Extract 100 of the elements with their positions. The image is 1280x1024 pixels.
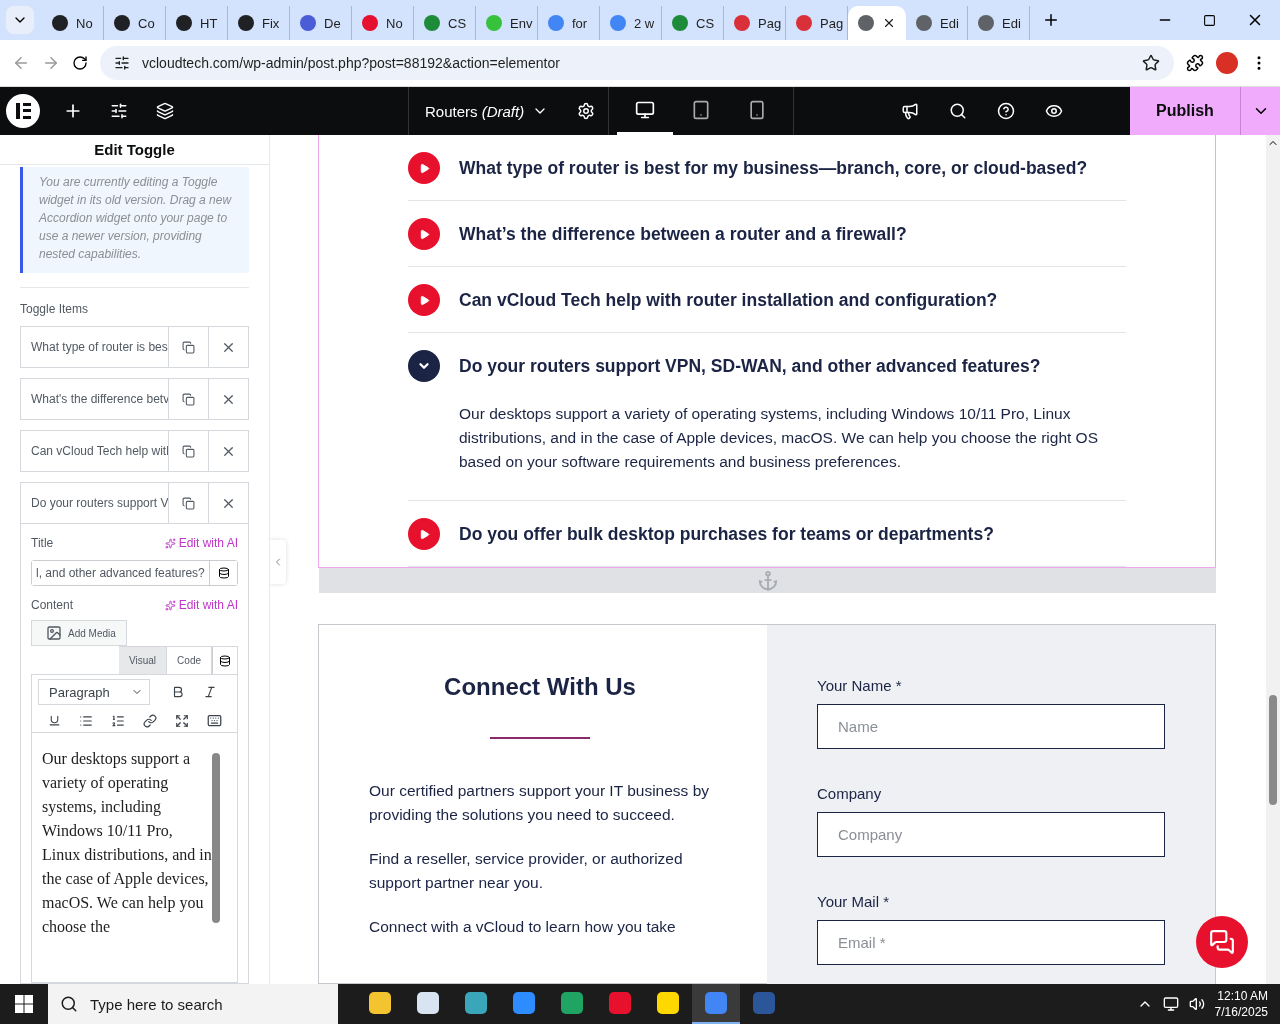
settings-icon[interactable] bbox=[577, 102, 596, 120]
app-icon bbox=[369, 992, 391, 1014]
tab-title: Co bbox=[138, 15, 155, 31]
content-text: Our desktops support a variety of operating systems, including Windows 10/11 Pro, Linux distributions, and in the case of Apple devices, macOS. We can help you choose the bbox=[42, 749, 212, 937]
windows-start-icon[interactable] bbox=[15, 995, 33, 1013]
toggle-button[interactable] bbox=[408, 284, 440, 316]
search-icon[interactable] bbox=[949, 102, 968, 120]
faq-question[interactable]: Do you offer bulk desktop purchases for teams or departments? bbox=[459, 523, 994, 545]
toggle-item-title[interactable]: Can vCloud Tech help witl bbox=[21, 431, 168, 471]
profile-avatar[interactable] bbox=[1216, 52, 1238, 74]
notice-text: You are currently editing a Toggle widget in its old version. Drag a new Accordion widget onto your page to use a newer version, providing nested capabilities. bbox=[20, 167, 249, 273]
duplicate-icon bbox=[182, 444, 195, 458]
duplicate-icon bbox=[182, 496, 195, 510]
toggle-item-title[interactable]: What type of router is bes bbox=[21, 327, 168, 367]
search-placeholder: Type here to search bbox=[90, 995, 223, 1013]
content-editor[interactable]: Our desktops support a variety of operating systems, including Windows 10/11 Pro, Linux distributions, and in the case of Apple devices, macOS. We can help you choose the bbox=[31, 733, 238, 983]
publish-button[interactable]: Publish bbox=[1130, 87, 1240, 135]
field-label: Company bbox=[817, 785, 883, 802]
tab-title: No bbox=[76, 15, 93, 31]
taskbar-clock[interactable]: 12:10 AM 7/16/2025 bbox=[1214, 988, 1268, 1020]
app-icon bbox=[417, 992, 439, 1014]
numbered-list-icon[interactable] bbox=[111, 713, 125, 728]
database-icon bbox=[217, 567, 230, 579]
format-select[interactable]: Paragraph bbox=[38, 679, 150, 705]
reload-icon[interactable] bbox=[72, 55, 88, 71]
extensions-icon[interactable] bbox=[1186, 54, 1204, 72]
page-title-button[interactable]: Routers (Draft) bbox=[408, 87, 565, 135]
bookmark-icon[interactable] bbox=[1142, 54, 1160, 72]
chat-icon bbox=[1209, 929, 1235, 955]
play-icon bbox=[418, 294, 430, 306]
app-icon bbox=[657, 992, 679, 1014]
input-field[interactable]: Company bbox=[817, 812, 1165, 857]
tab-title: CS bbox=[448, 15, 467, 31]
tab-search-button[interactable] bbox=[6, 6, 34, 34]
maximize-icon[interactable] bbox=[1203, 13, 1216, 27]
link-icon[interactable] bbox=[143, 713, 157, 728]
scrollbar-thumb[interactable] bbox=[212, 753, 220, 923]
toggle-button[interactable] bbox=[408, 518, 440, 550]
faq-question[interactable]: Can vCloud Tech help with router installation and configuration? bbox=[459, 289, 998, 311]
tab-title: HT bbox=[200, 15, 218, 31]
scrollbar-thumb[interactable] bbox=[1269, 695, 1277, 805]
section-label: Toggle Items bbox=[20, 302, 90, 316]
bullet-list-icon[interactable] bbox=[79, 713, 93, 728]
play-icon bbox=[418, 228, 430, 240]
chat-button[interactable] bbox=[1196, 916, 1248, 968]
input-field[interactable]: Email * bbox=[817, 920, 1165, 965]
url-text: vcloudtech.com/wp-admin/post.php?post=88192&action=elementor bbox=[142, 55, 561, 71]
editor-tab[interactable]: Visual bbox=[119, 647, 168, 674]
browser-tab[interactable] bbox=[848, 6, 906, 40]
add-media-button[interactable]: Add Media bbox=[31, 620, 127, 646]
underline-icon[interactable] bbox=[47, 714, 61, 727]
tab-title: Pag bbox=[820, 15, 844, 31]
address-bar[interactable]: vcloudtech.com/wp-admin/post.php?post=88192&action=elementor bbox=[100, 46, 1174, 80]
sparkle-icon bbox=[164, 599, 176, 611]
input-field[interactable]: Name bbox=[817, 704, 1165, 749]
help-icon[interactable] bbox=[997, 102, 1016, 120]
elementor-logo[interactable] bbox=[6, 94, 40, 128]
settings-sliders-icon[interactable] bbox=[110, 102, 128, 120]
announcement-icon[interactable] bbox=[901, 102, 920, 120]
toggle-button[interactable] bbox=[408, 350, 440, 382]
app-icon bbox=[561, 992, 583, 1014]
faq-question[interactable]: What type of router is best for my business—branch, core, or cloud-based? bbox=[459, 157, 1088, 179]
close-icon[interactable] bbox=[882, 16, 896, 30]
contact-heading: Connect With Us bbox=[443, 673, 637, 701]
bold-icon[interactable] bbox=[171, 685, 185, 699]
field-label: Your Name * bbox=[817, 677, 903, 694]
tab-title: Pag bbox=[758, 15, 782, 31]
toggle-item-title[interactable]: Do your routers support V bbox=[21, 483, 168, 523]
date-text: 7/16/2025 bbox=[1214, 1004, 1268, 1020]
faq-question[interactable]: What’s the difference between a router and a firewall? bbox=[459, 223, 907, 245]
field-label: Title bbox=[31, 536, 54, 550]
toggle-button[interactable] bbox=[408, 152, 440, 184]
toggle-button[interactable] bbox=[408, 218, 440, 250]
back-icon[interactable] bbox=[12, 54, 30, 72]
italic-icon[interactable] bbox=[203, 685, 217, 699]
anchor-icon bbox=[756, 569, 779, 592]
field-label: Your Mail * bbox=[817, 893, 890, 910]
forward-icon[interactable] bbox=[42, 54, 60, 72]
layers-icon[interactable] bbox=[156, 102, 174, 120]
toolbar-toggle-icon[interactable] bbox=[206, 713, 222, 728]
edit-with-ai-button[interactable]: Edit with AI bbox=[164, 598, 238, 612]
volume-icon[interactable] bbox=[1188, 996, 1205, 1012]
faq-question[interactable]: Do your routers support VPN, SD-WAN, and other advanced features? bbox=[459, 355, 1041, 377]
network-icon[interactable] bbox=[1162, 996, 1179, 1012]
app-icon bbox=[705, 992, 727, 1014]
media-icon bbox=[46, 625, 62, 641]
site-settings-icon[interactable] bbox=[114, 55, 130, 71]
title-field[interactable]: l, and other advanced features? bbox=[31, 560, 238, 586]
collapse-panel-handle[interactable] bbox=[270, 540, 286, 584]
play-icon bbox=[418, 162, 430, 174]
fullscreen-icon[interactable] bbox=[175, 713, 189, 728]
new-tab-icon[interactable] bbox=[1042, 11, 1060, 29]
edit-with-ai-button[interactable]: Edit with AI bbox=[164, 536, 238, 550]
duplicate-icon bbox=[182, 340, 195, 354]
search-icon bbox=[60, 995, 78, 1013]
dynamic-tags-button[interactable] bbox=[209, 561, 237, 585]
tab-title: Fix bbox=[262, 15, 280, 31]
taskbar-search-field[interactable]: Type here to search bbox=[48, 984, 338, 1024]
contact-paragraph: Connect with a vCloud to learn how you take bbox=[369, 917, 677, 937]
preview-icon[interactable] bbox=[1045, 102, 1064, 120]
